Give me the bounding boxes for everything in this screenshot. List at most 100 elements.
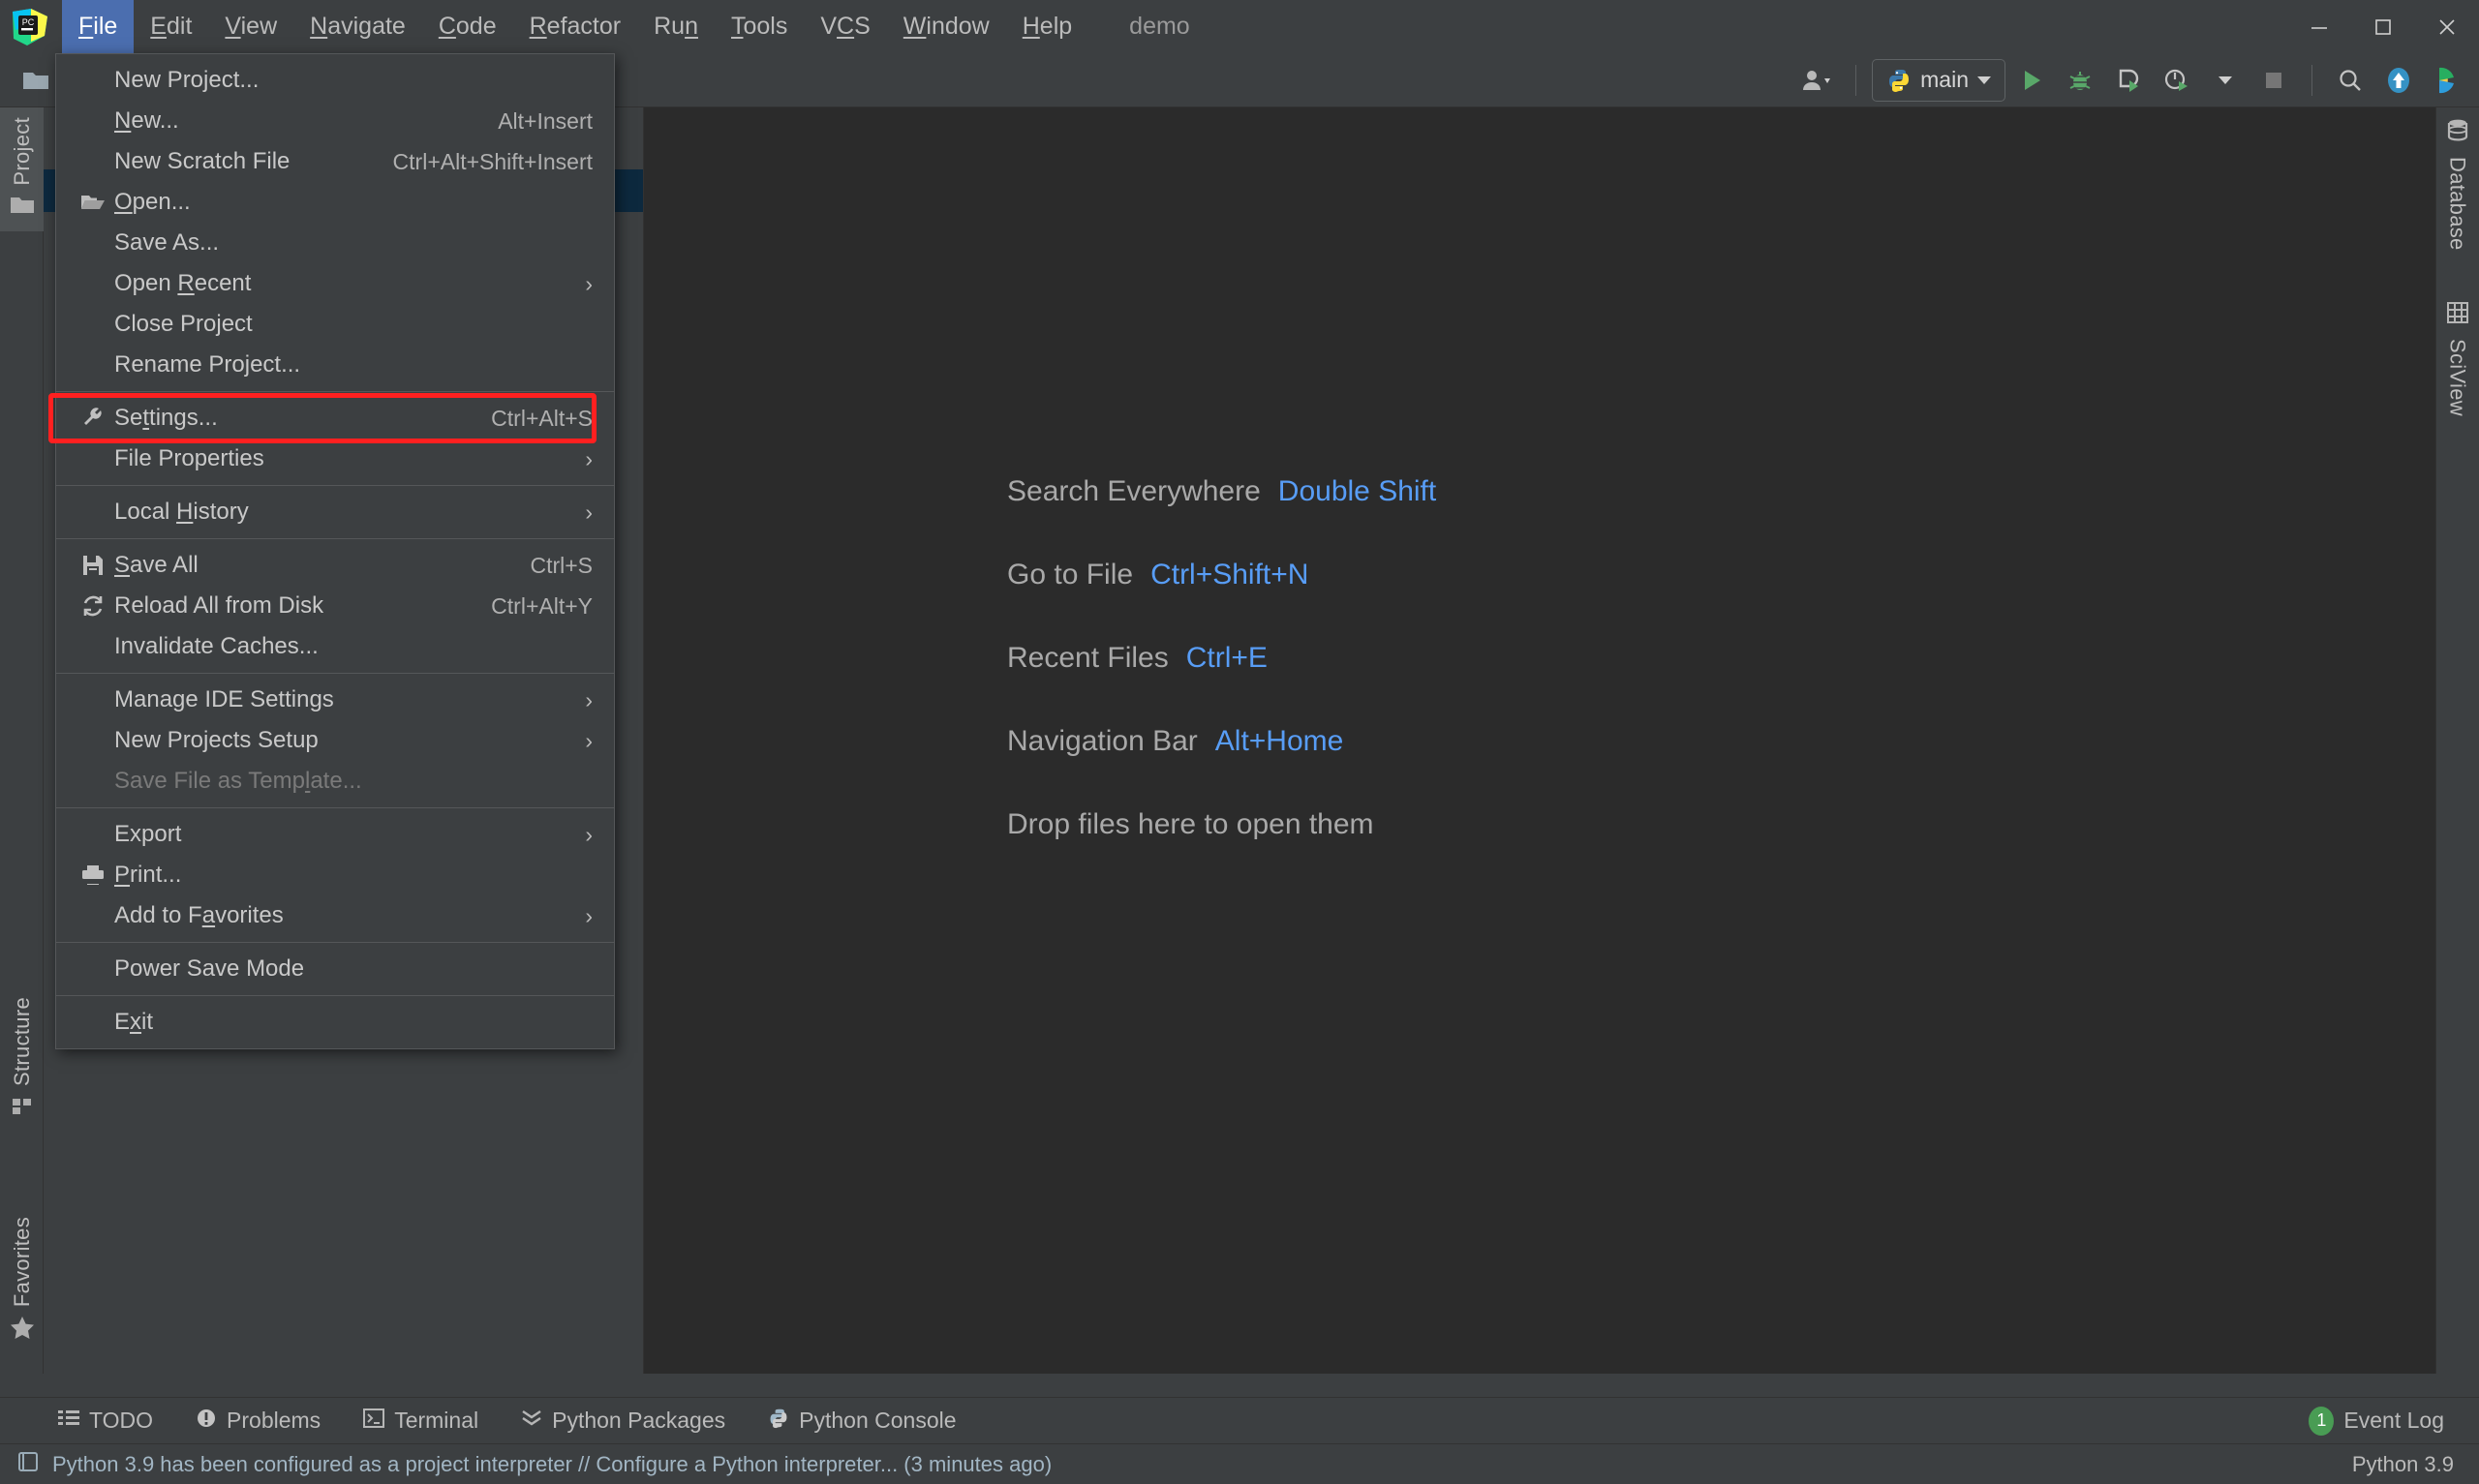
todo-icon bbox=[58, 1408, 79, 1434]
sidebar-item-database[interactable]: Database bbox=[2435, 107, 2479, 260]
sidebar-item-project[interactable]: Project bbox=[0, 107, 44, 231]
menu-item-settings[interactable]: Settings... Ctrl+Alt+S bbox=[56, 398, 614, 439]
menu-item-label: Export bbox=[114, 821, 182, 847]
menu-item-label: Local History bbox=[114, 499, 249, 525]
menu-item-open-recent[interactable]: Open Recent › bbox=[56, 263, 614, 304]
bottom-item-problems[interactable]: Problems bbox=[174, 1408, 342, 1435]
run-configuration-selector[interactable]: main bbox=[1872, 58, 2005, 102]
minimize-button[interactable] bbox=[2287, 0, 2351, 53]
stop-button[interactable] bbox=[2251, 58, 2296, 103]
user-settings-icon[interactable] bbox=[1795, 58, 1840, 103]
pycharm-window: PC File Edit View Navigate Code Refactor… bbox=[0, 0, 2479, 1484]
editor-empty-area: Search Everywhere Double Shift Go to Fil… bbox=[644, 107, 2435, 1374]
menu-file[interactable]: File bbox=[62, 0, 135, 53]
menu-navigate[interactable]: Navigate bbox=[293, 0, 422, 53]
bottom-item-python-packages[interactable]: Python Packages bbox=[500, 1408, 747, 1435]
menu-window[interactable]: Window bbox=[887, 0, 1006, 53]
file-menu-dropdown: New Project... New... Alt+Insert New Scr… bbox=[55, 53, 615, 1049]
menu-item-add-to-favorites[interactable]: Add to Favorites › bbox=[56, 895, 614, 936]
toolbar-left-group bbox=[0, 58, 58, 103]
hint-label: Navigation Bar bbox=[1007, 725, 1198, 757]
menu-help[interactable]: Help bbox=[1006, 0, 1088, 53]
menu-item-local-history[interactable]: Local History › bbox=[56, 492, 614, 532]
close-button[interactable] bbox=[2415, 0, 2479, 53]
menu-separator bbox=[56, 807, 614, 808]
menu-item-new-scratch-file[interactable]: New Scratch File Ctrl+Alt+Shift+Insert bbox=[56, 141, 614, 182]
bottom-item-terminal[interactable]: Terminal bbox=[342, 1408, 500, 1434]
sidebar-item-database-label: Database bbox=[2445, 157, 2470, 251]
menu-item-power-save-mode[interactable]: Power Save Mode bbox=[56, 949, 614, 989]
menu-item-close-project[interactable]: Close Project bbox=[56, 304, 614, 345]
menu-item-label: Save As... bbox=[114, 229, 220, 256]
bottom-item-label: Terminal bbox=[394, 1408, 479, 1433]
menu-item-new[interactable]: New... Alt+Insert bbox=[56, 101, 614, 141]
svg-text:PC: PC bbox=[22, 17, 35, 27]
sidebar-item-structure-label: Structure bbox=[9, 997, 34, 1086]
maximize-button[interactable] bbox=[2351, 0, 2415, 53]
interpreter-indicator[interactable]: Python 3.9 bbox=[2352, 1452, 2454, 1477]
menu-separator bbox=[56, 538, 614, 539]
folder-icon bbox=[10, 195, 35, 222]
event-log-button[interactable]: 1 Event Log bbox=[2309, 1406, 2444, 1436]
toolbar-right-group: main bbox=[1795, 58, 2469, 103]
update-project-icon[interactable] bbox=[2376, 58, 2421, 103]
folder-open-icon bbox=[72, 193, 114, 212]
menu-item-new-projects-setup[interactable]: New Projects Setup › bbox=[56, 720, 614, 761]
bottom-item-python-console[interactable]: Python Console bbox=[747, 1408, 977, 1435]
menu-item-manage-ide-settings[interactable]: Manage IDE Settings › bbox=[56, 680, 614, 720]
menu-item-rename-project[interactable]: Rename Project... bbox=[56, 345, 614, 385]
debug-button[interactable] bbox=[2058, 58, 2102, 103]
menu-item-save-as[interactable]: Save As... bbox=[56, 223, 614, 263]
hint-shortcut: Ctrl+E bbox=[1185, 642, 1268, 674]
menu-view[interactable]: View bbox=[208, 0, 293, 53]
star-icon bbox=[10, 1316, 35, 1345]
run-coverage-button[interactable] bbox=[2106, 58, 2151, 103]
search-icon[interactable] bbox=[2328, 58, 2372, 103]
menu-item-save-all[interactable]: Save All Ctrl+S bbox=[56, 545, 614, 586]
menu-run[interactable]: Run bbox=[637, 0, 715, 53]
menu-item-new-project[interactable]: New Project... bbox=[56, 60, 614, 101]
menu-refactor[interactable]: Refactor bbox=[513, 0, 638, 53]
submenu-arrow-icon: › bbox=[585, 686, 593, 712]
menu-code[interactable]: Code bbox=[422, 0, 513, 53]
hint-shortcut: Double Shift bbox=[1277, 475, 1437, 507]
packages-icon bbox=[521, 1408, 542, 1435]
project-folder-icon[interactable] bbox=[14, 58, 58, 103]
menu-item-file-properties[interactable]: File Properties › bbox=[56, 439, 614, 479]
sidebar-item-project-label: Project bbox=[9, 117, 34, 186]
menu-separator bbox=[56, 673, 614, 674]
menu-item-open[interactable]: Open... bbox=[56, 182, 614, 223]
bottom-item-label: Problems bbox=[227, 1408, 321, 1433]
menu-item-exit[interactable]: Exit bbox=[56, 1002, 614, 1043]
bottom-item-todo[interactable]: TODO bbox=[0, 1408, 174, 1434]
profile-dropdown-icon[interactable] bbox=[2203, 58, 2248, 103]
notification-icon bbox=[17, 1451, 39, 1477]
hint-drop-files: Drop files here to open them bbox=[1007, 808, 1436, 841]
sciview-icon[interactable] bbox=[2425, 58, 2469, 103]
menu-edit[interactable]: Edit bbox=[134, 0, 208, 53]
menu-item-label: Reload All from Disk bbox=[114, 592, 324, 619]
menu-separator bbox=[56, 995, 614, 996]
menu-tools[interactable]: Tools bbox=[715, 0, 804, 53]
profile-button[interactable] bbox=[2155, 58, 2199, 103]
database-icon bbox=[2445, 117, 2470, 148]
menu-item-reload-all-from-disk[interactable]: Reload All from Disk Ctrl+Alt+Y bbox=[56, 586, 614, 626]
menu-item-export[interactable]: Export › bbox=[56, 814, 614, 855]
menu-item-label: Manage IDE Settings bbox=[114, 686, 334, 712]
hint-label: Drop files here to open them bbox=[1007, 808, 1374, 840]
menu-item-invalidate-caches[interactable]: Invalidate Caches... bbox=[56, 626, 614, 667]
sidebar-item-sciview-label: SciView bbox=[2445, 339, 2470, 416]
chevron-down-icon[interactable] bbox=[1977, 76, 1991, 84]
status-message[interactable]: Python 3.9 has been configured as a proj… bbox=[52, 1452, 1052, 1477]
run-button[interactable] bbox=[2009, 58, 2054, 103]
pycharm-logo-icon: PC bbox=[10, 7, 50, 47]
menu-vcs[interactable]: VCS bbox=[804, 0, 886, 53]
sidebar-item-structure[interactable]: Structure bbox=[0, 987, 44, 1132]
menu-item-print[interactable]: Print... bbox=[56, 855, 614, 895]
sidebar-item-sciview[interactable]: SciView bbox=[2435, 291, 2479, 426]
hint-label: Recent Files bbox=[1007, 642, 1169, 674]
sidebar-item-favorites[interactable]: Favorites bbox=[0, 1207, 44, 1354]
menu-item-label: Rename Project... bbox=[114, 351, 301, 378]
project-name-label: demo bbox=[1129, 13, 1190, 40]
event-log-label: Event Log bbox=[2343, 1408, 2444, 1433]
